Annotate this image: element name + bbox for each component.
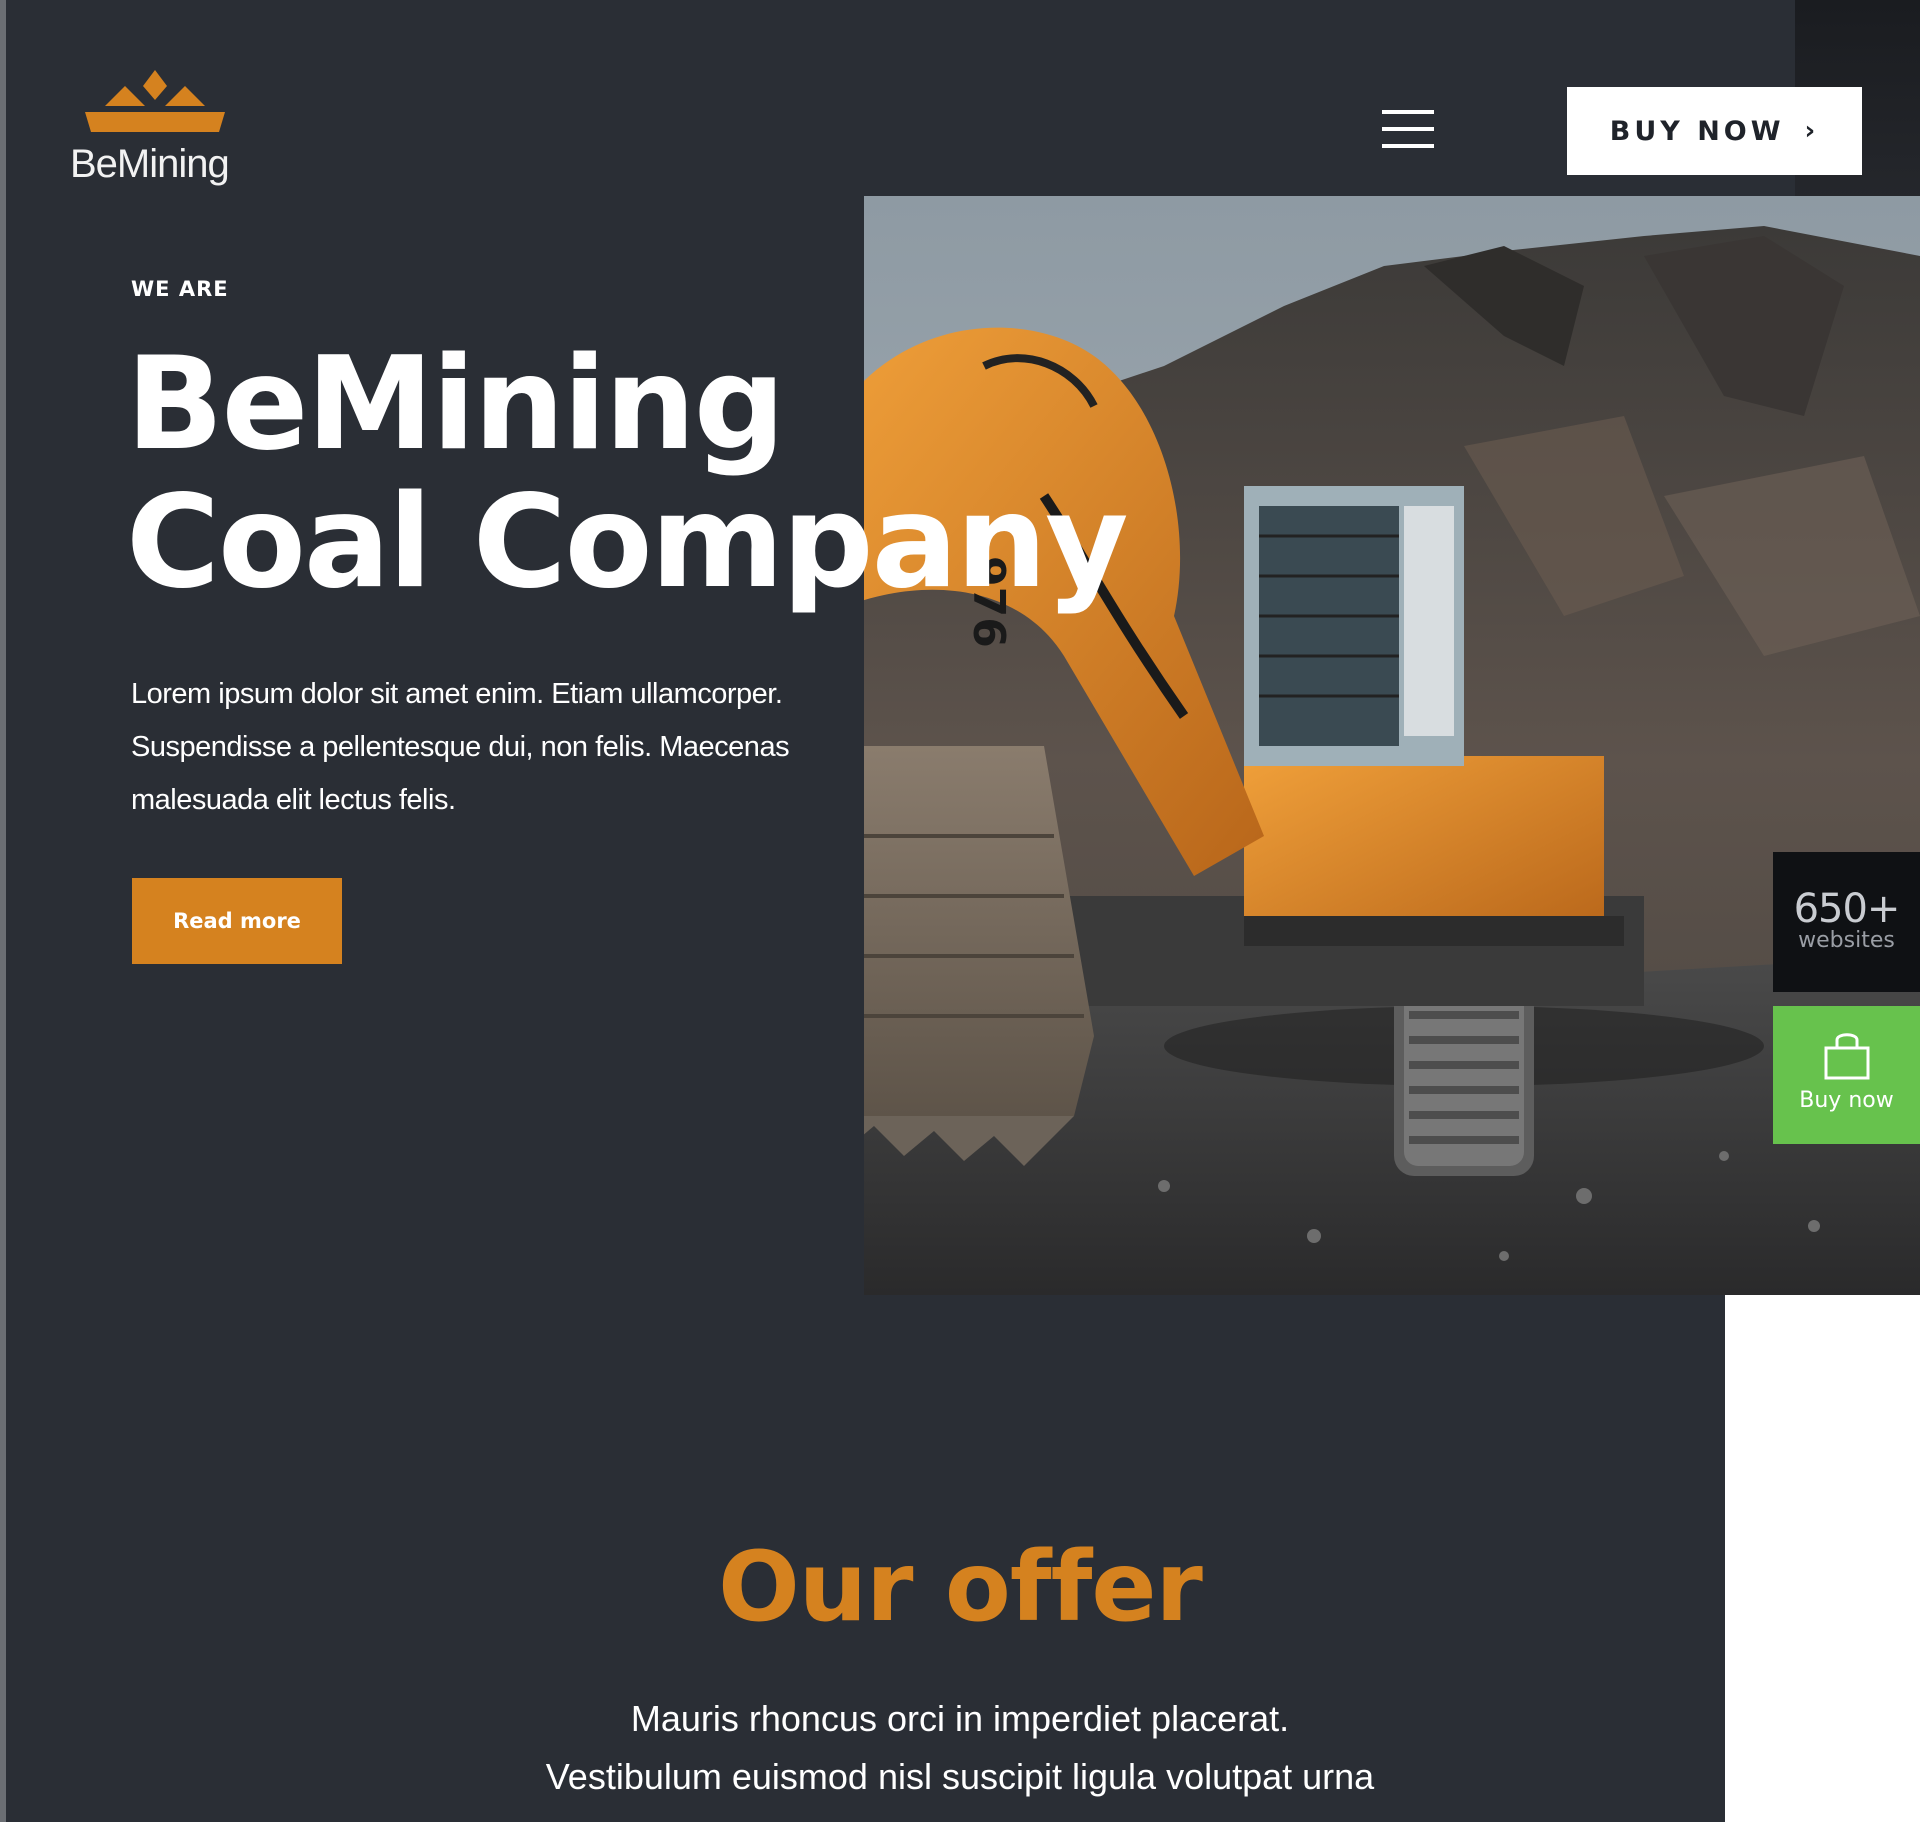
- menu-bar: [1382, 144, 1434, 148]
- shopping-bag-icon: [1824, 1033, 1869, 1080]
- read-more-button[interactable]: Read more: [132, 878, 342, 964]
- mountain-crown-logo-icon: [85, 70, 225, 132]
- buy-now-button[interactable]: BUY NOW ›: [1567, 87, 1862, 175]
- hero-title-line2: Coal Company: [126, 468, 1129, 617]
- offer-description: Mauris rhoncus orci in imperdiet placera…: [0, 1690, 1920, 1806]
- websites-count-value: 650+: [1793, 886, 1901, 932]
- brand-logo[interactable]: BeMining: [70, 68, 240, 187]
- hamburger-menu-icon[interactable]: [1382, 110, 1438, 152]
- menu-bar: [1382, 110, 1434, 114]
- chevron-right-icon: ›: [1804, 116, 1820, 146]
- hero-description-line2: Suspendisse a pellentesque dui, non feli…: [131, 731, 790, 763]
- hero-description-line3: malesuada elit lectus felis.: [131, 784, 456, 816]
- offer-title: Our offer: [718, 1531, 1203, 1643]
- hero-description: Lorem ipsum dolor sit amet enim. Etiam u…: [131, 668, 891, 827]
- menu-bar: [1382, 127, 1434, 131]
- hero-eyebrow: WE ARE: [131, 277, 229, 301]
- page: 976 BeMining BUY NOW › WE ARE BeMining C…: [0, 0, 1920, 1822]
- buy-now-widget[interactable]: Buy now: [1773, 1006, 1920, 1144]
- hero-title: BeMining Coal Company: [126, 336, 1226, 612]
- hero-description-line1: Lorem ipsum dolor sit amet enim. Etiam u…: [131, 678, 783, 710]
- offer-description-line1: Mauris rhoncus orci in imperdiet placera…: [630, 1698, 1290, 1739]
- offer-description-line2: Vestibulum euismod nisl suscipit ligula …: [545, 1756, 1375, 1797]
- buy-now-label: BUY NOW: [1609, 115, 1785, 147]
- logo-text: BeMining: [70, 142, 230, 186]
- websites-count-widget[interactable]: 650+ websites: [1773, 852, 1920, 992]
- buy-now-widget-label: Buy now: [1799, 1088, 1894, 1113]
- hero-title-line1: BeMining: [126, 330, 785, 479]
